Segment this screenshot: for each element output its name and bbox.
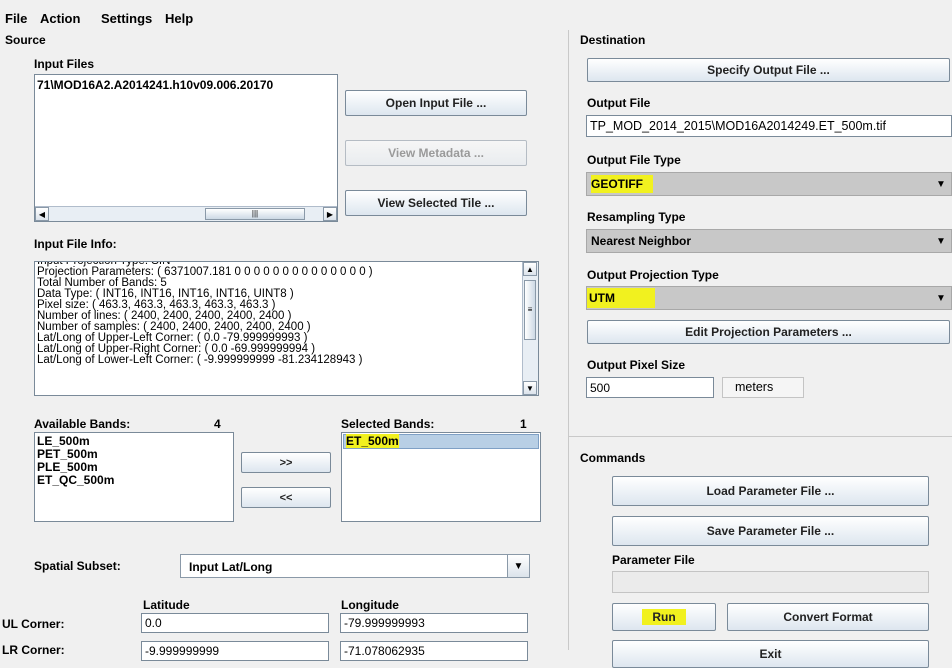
menu-action[interactable]: Action xyxy=(40,11,80,26)
commands-title: Commands xyxy=(580,451,646,465)
spatial-subset-select[interactable]: Input Lat/Long ▼ xyxy=(180,554,530,578)
scroll-down-icon[interactable]: ▼ xyxy=(523,381,537,395)
lr-longitude-field[interactable]: -71.078062935 xyxy=(340,641,528,661)
available-bands-list[interactable]: LE_500m PET_500m PLE_500m ET_QC_500m xyxy=(34,432,234,522)
open-input-file-label: Open Input File ... xyxy=(385,96,487,110)
menu-bar: File Action Settings Help xyxy=(0,0,952,30)
parameter-file-field[interactable] xyxy=(612,571,929,593)
available-bands-count: 4 xyxy=(214,417,221,431)
input-file-item[interactable]: 71\MOD16A2.A2014241.h10v09.006.20170 xyxy=(35,75,337,95)
exit-button[interactable]: Exit xyxy=(612,640,929,668)
list-item[interactable]: ET_500m xyxy=(343,434,539,449)
view-metadata-label: View Metadata ... xyxy=(388,146,484,160)
menu-help[interactable]: Help xyxy=(165,11,193,26)
input-files-list[interactable]: 71\MOD16A2.A2014241.h10v09.006.20170 ◀ |… xyxy=(34,74,338,222)
remove-band-label: << xyxy=(279,491,293,504)
load-parameter-file-button[interactable]: Load Parameter File ... xyxy=(612,476,929,506)
save-parameter-file-label: Save Parameter File ... xyxy=(706,524,835,538)
longitude-label: Longitude xyxy=(341,598,399,612)
output-file-type-select[interactable]: GEOTIFF ▼ xyxy=(586,172,952,196)
add-band-label: >> xyxy=(279,456,293,469)
add-band-button[interactable]: >> xyxy=(241,452,331,473)
lr-latitude-field[interactable]: -9.999999999 xyxy=(141,641,329,661)
spatial-subset-label: Spatial Subset: xyxy=(34,559,121,573)
input-file-info-box[interactable]: Input Projection Type: SIN Projection Par… xyxy=(34,261,539,396)
menu-file[interactable]: File xyxy=(5,11,27,26)
info-lines: Input Projection Type: SIN Projection Par… xyxy=(37,262,517,366)
specify-output-file-button[interactable]: Specify Output File ... xyxy=(587,58,950,82)
ul-corner-label: UL Corner: xyxy=(2,617,65,631)
pixel-unit-label: meters xyxy=(722,377,804,398)
parameter-file-label: Parameter File xyxy=(612,553,695,567)
view-selected-tile-label: View Selected Tile ... xyxy=(377,196,495,210)
info-line: Lat/Long of Lower-Left Corner: ( -9.9999… xyxy=(37,354,363,366)
selected-bands-count: 1 xyxy=(520,417,527,431)
lr-corner-label: LR Corner: xyxy=(2,643,65,657)
specify-output-file-label: Specify Output File ... xyxy=(707,63,830,77)
scroll-left-icon[interactable]: ◀ xyxy=(35,207,49,221)
view-selected-tile-button[interactable]: View Selected Tile ... xyxy=(345,190,527,216)
output-file-type-value: GEOTIFF xyxy=(591,175,653,193)
convert-format-label: Convert Format xyxy=(783,610,873,624)
run-label: Run xyxy=(642,609,686,625)
input-file-info-label: Input File Info: xyxy=(34,237,117,251)
spatial-subset-value: Input Lat/Long xyxy=(189,560,273,574)
output-projection-type-value: UTM xyxy=(587,288,655,308)
selected-band-label: ET_500m xyxy=(346,434,399,448)
chevron-down-icon[interactable]: ▼ xyxy=(931,230,951,252)
output-projection-type-label: Output Projection Type xyxy=(587,268,719,282)
list-item[interactable]: ET_QC_500m xyxy=(35,474,233,487)
view-metadata-button[interactable]: View Metadata ... xyxy=(345,140,527,166)
remove-band-button[interactable]: << xyxy=(241,487,331,508)
scrollbar-thumb[interactable]: ||| xyxy=(205,208,305,220)
info-scrollbar-thumb[interactable]: ≡ xyxy=(524,280,536,340)
output-projection-type-select[interactable]: UTM ▼ xyxy=(586,286,952,310)
ul-latitude-field[interactable]: 0.0 xyxy=(141,613,329,633)
scroll-right-icon[interactable]: ▶ xyxy=(323,207,337,221)
run-button[interactable]: Run xyxy=(612,603,716,631)
ul-longitude-field[interactable]: -79.999999993 xyxy=(340,613,528,633)
edit-projection-parameters-button[interactable]: Edit Projection Parameters ... xyxy=(587,320,950,344)
output-pixel-size-label: Output Pixel Size xyxy=(587,358,686,372)
output-pixel-size-field[interactable]: 500 xyxy=(586,377,714,398)
output-file-field[interactable]: TP_MOD_2014_2015\MOD16A2014249.ET_500m.t… xyxy=(586,115,952,137)
info-vscrollbar[interactable]: ▲ ≡ ▼ xyxy=(522,262,538,395)
edit-projection-parameters-label: Edit Projection Parameters ... xyxy=(685,325,852,339)
save-parameter-file-button[interactable]: Save Parameter File ... xyxy=(612,516,929,546)
menu-settings[interactable]: Settings xyxy=(101,11,152,26)
selected-bands-list[interactable]: ET_500m xyxy=(341,432,541,522)
chevron-down-icon[interactable]: ▼ xyxy=(931,287,951,309)
load-parameter-file-label: Load Parameter File ... xyxy=(706,484,835,498)
output-file-type-label: Output File Type xyxy=(587,153,681,167)
input-files-hscrollbar[interactable]: ◀ ||| ▶ xyxy=(35,206,337,221)
exit-label: Exit xyxy=(759,647,782,661)
chevron-down-icon[interactable]: ▼ xyxy=(507,555,529,577)
resampling-type-select[interactable]: Nearest Neighbor ▼ xyxy=(586,229,952,253)
chevron-down-icon[interactable]: ▼ xyxy=(931,173,951,195)
resampling-type-value: Nearest Neighbor xyxy=(591,234,692,248)
latitude-label: Latitude xyxy=(143,598,190,612)
open-input-file-button[interactable]: Open Input File ... xyxy=(345,90,527,116)
convert-format-button[interactable]: Convert Format xyxy=(727,603,929,631)
selected-bands-label: Selected Bands: xyxy=(341,417,435,431)
available-bands-label: Available Bands: xyxy=(34,417,131,431)
scroll-up-icon[interactable]: ▲ xyxy=(523,262,537,276)
resampling-type-label: Resampling Type xyxy=(587,210,686,224)
input-files-label: Input Files xyxy=(34,57,94,71)
destination-title: Destination xyxy=(580,33,646,47)
output-file-label: Output File xyxy=(587,96,651,110)
source-title: Source xyxy=(5,33,46,47)
commands-divider xyxy=(569,436,952,437)
panel-divider xyxy=(568,30,569,650)
